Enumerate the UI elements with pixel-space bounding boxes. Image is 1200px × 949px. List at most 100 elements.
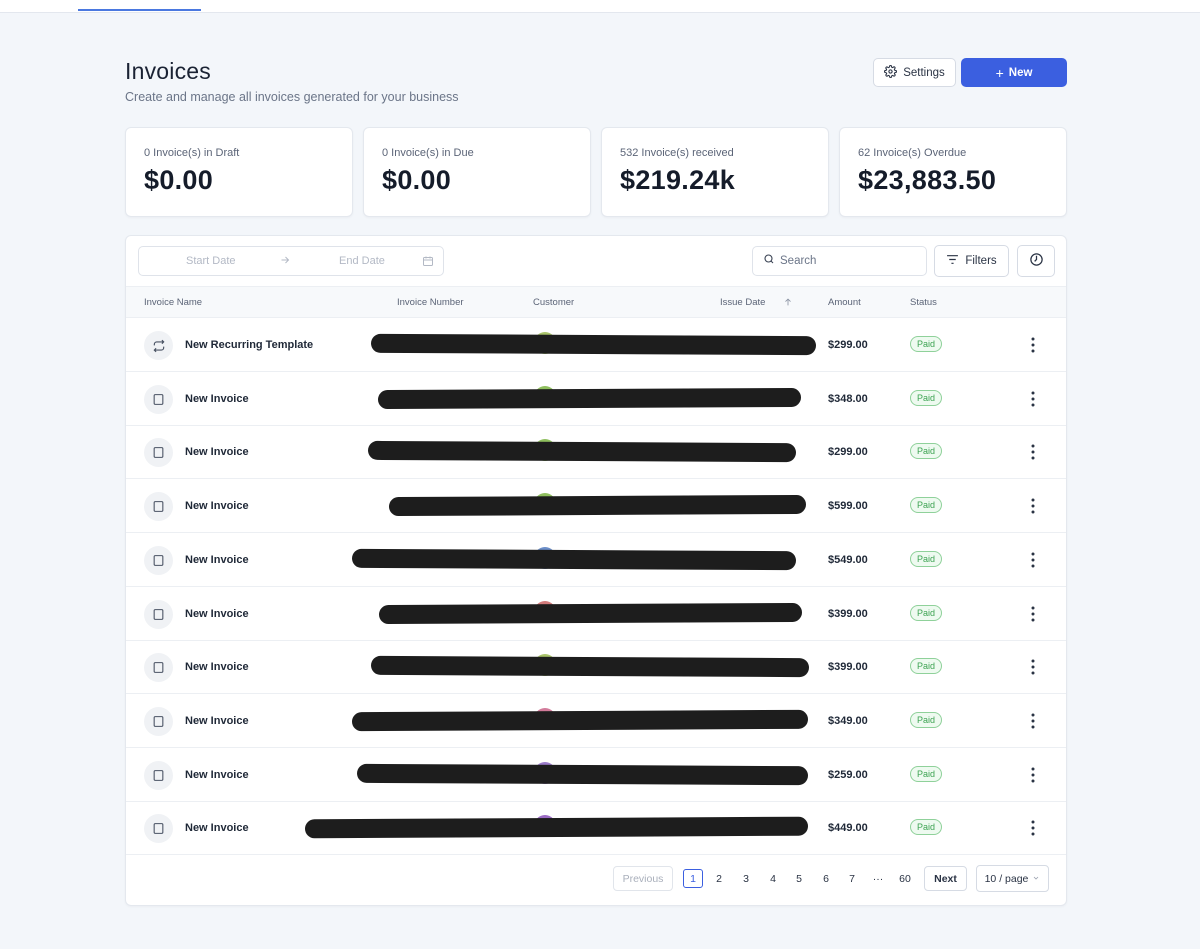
status-badge: Paid [910,604,943,621]
stat-value: $219.24k [620,165,736,195]
next-page-button[interactable]: Next [924,866,967,891]
invoice-amount: $259.00 [828,768,868,781]
page-size-label: 10 / page [984,872,1029,885]
date-range-picker[interactable]: Start Date End Date [138,246,444,276]
table-row[interactable]: New Invoice $399.00 Paid [126,640,1066,695]
status-badge: Paid [910,711,943,728]
stat-label: 0 Invoice(s) in Draft [144,147,240,159]
table-row[interactable]: New Invoice $599.00 Paid [126,479,1066,534]
table-header: Invoice Name Invoice Number Customer Iss… [126,286,1066,318]
page-number-button[interactable]: 5 [789,869,809,888]
invoice-icon [144,599,173,629]
stat-value: $0.00 [382,165,452,195]
pagination: Previous 1 2 3 4 5 6 7 ··· 60 Next 10 / page [126,864,1066,894]
column-header-amount[interactable]: Amount [828,297,861,308]
settings-button[interactable]: Settings [873,58,956,87]
column-header-invoice-name[interactable]: Invoice Name [144,297,202,308]
page-number-button[interactable]: 3 [736,869,756,888]
invoice-name[interactable]: New Invoice [185,500,249,512]
more-actions-icon[interactable] [1026,658,1040,676]
sort-ascending-icon[interactable] [783,296,793,311]
settings-button-label: Settings [903,66,945,79]
stats-row: 0 Invoice(s) in Draft $0.00 0 Invoice(s)… [125,127,1067,217]
page-header: Invoices Create and manage all invoices … [125,58,1067,108]
table-row[interactable]: New Recurring Template $299.00 Paid [126,318,1066,372]
previous-page-button[interactable]: Previous [613,866,673,891]
invoice-name[interactable]: New Invoice [185,446,249,458]
filters-button-label: Filters [965,255,997,267]
redaction-mark [388,495,807,517]
active-tab-indicator [78,9,201,11]
invoice-icon [144,653,173,683]
table-row[interactable]: New Invoice $449.00 Paid [126,801,1066,856]
page-number-button[interactable]: 6 [816,869,836,888]
history-button[interactable] [1017,245,1055,277]
invoice-name[interactable]: New Invoice [185,715,249,727]
invoice-icon [144,814,173,844]
invoice-name[interactable]: New Invoice [185,661,249,673]
invoice-name[interactable]: New Invoice [185,822,249,834]
table-row[interactable]: New Invoice $348.00 Paid [126,372,1066,426]
invoice-name[interactable]: New Recurring Template [185,339,313,351]
search-input[interactable] [780,255,920,267]
page-number-button[interactable]: 60 [895,869,915,888]
status-badge: Paid [910,443,943,460]
status-badge: Paid [910,336,943,352]
column-header-invoice-number[interactable]: Invoice Number [397,297,464,308]
more-actions-icon[interactable] [1026,443,1040,461]
status-badge: Paid [910,550,943,567]
invoices-table-card: Start Date End Date Filters Invoice Name… [125,235,1067,906]
column-header-status[interactable]: Status [910,297,937,308]
table-row[interactable]: New Invoice $399.00 Paid [126,587,1066,641]
redaction-mark [377,387,802,409]
page-number-button[interactable]: 4 [763,869,783,888]
page-subtitle: Create and manage all invoices generated… [125,90,459,104]
table-row[interactable]: New Invoice $259.00 Paid [126,748,1066,802]
table-row[interactable]: New Invoice $349.00 Paid [126,694,1066,748]
status-badge: Paid [910,765,943,782]
column-header-issue-date[interactable]: Issue Date [720,297,765,308]
page-number-button[interactable]: 1 [683,869,703,888]
plus-icon: + [995,64,1004,81]
new-invoice-button[interactable]: + New [961,58,1067,87]
invoice-icon [144,706,173,736]
search-box[interactable] [752,246,927,276]
stat-value: $23,883.50 [858,165,997,195]
end-date-input[interactable]: End Date [339,255,385,267]
invoice-name[interactable]: New Invoice [185,554,249,566]
column-header-customer[interactable]: Customer [533,297,574,308]
invoice-icon [144,384,173,414]
page-number-button[interactable]: 2 [709,869,729,888]
table-row[interactable]: New Invoice $549.00 Paid [126,533,1066,587]
invoice-name[interactable]: New Invoice [185,608,249,620]
stat-card-due: 0 Invoice(s) in Due $0.00 [363,127,591,217]
more-actions-icon[interactable] [1026,605,1040,623]
stat-card-overdue: 62 Invoice(s) Overdue $23,883.50 [839,127,1067,217]
calendar-icon [422,255,434,270]
invoice-name[interactable]: New Invoice [185,769,249,781]
gear-icon [884,64,898,81]
more-actions-icon[interactable] [1026,390,1040,408]
page-number-button[interactable]: 7 [842,869,862,888]
more-actions-icon[interactable] [1026,819,1040,837]
start-date-input[interactable]: Start Date [186,255,236,267]
page-size-select[interactable]: 10 / page [976,865,1049,892]
filters-button[interactable]: Filters [934,245,1009,277]
table-row[interactable]: New Invoice $299.00 Paid [126,425,1066,480]
invoice-amount: $299.00 [828,446,868,459]
more-actions-icon[interactable] [1026,551,1040,569]
more-actions-icon[interactable] [1026,766,1040,784]
invoice-icon [144,760,173,790]
redaction-mark [356,763,809,785]
more-actions-icon[interactable] [1026,497,1040,515]
filter-icon [946,254,959,268]
invoice-amount: $349.00 [828,714,868,727]
invoice-name[interactable]: New Invoice [185,393,249,405]
more-actions-icon[interactable] [1026,336,1040,354]
stat-label: 0 Invoice(s) in Due [382,147,474,159]
more-actions-icon[interactable] [1026,712,1040,730]
redaction-mark [367,441,797,463]
new-button-label: New [1008,66,1033,79]
pagination-ellipsis[interactable]: ··· [868,869,888,888]
invoice-amount: $299.00 [828,339,868,351]
